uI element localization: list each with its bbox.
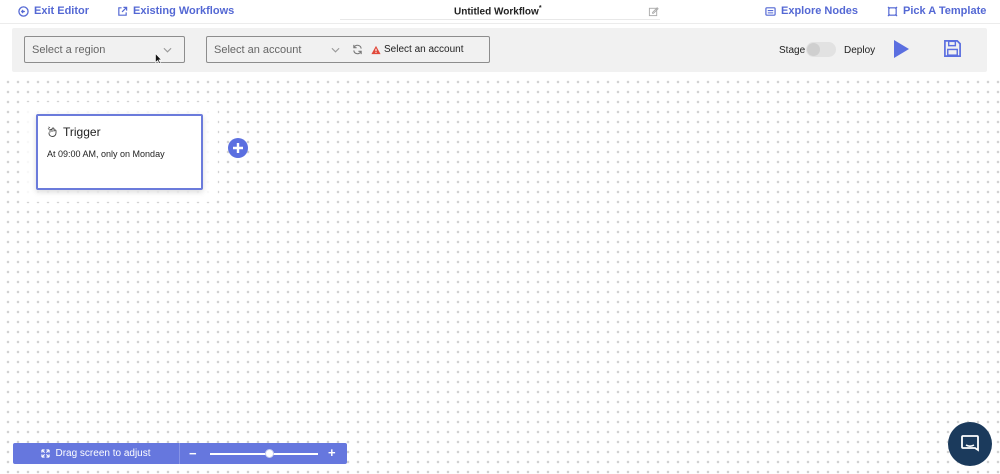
top-navigation-bar: Exit Editor Existing Workflows Untitled … bbox=[0, 0, 1000, 24]
drag-screen-label: Drag screen to adjust bbox=[55, 448, 151, 459]
account-select-group: Select an account Select an account bbox=[206, 36, 490, 63]
account-select[interactable]: Select an account bbox=[214, 44, 301, 56]
play-icon[interactable] bbox=[892, 39, 910, 59]
warning-icon bbox=[371, 45, 381, 54]
title-underline bbox=[340, 19, 660, 20]
chat-support-button[interactable] bbox=[948, 422, 992, 466]
zoom-out-button[interactable]: − bbox=[189, 446, 197, 461]
pick-template-link[interactable]: Pick A Template bbox=[887, 5, 986, 17]
chevron-down-icon[interactable] bbox=[331, 47, 340, 53]
expand-icon bbox=[41, 449, 51, 458]
zoom-slider-thumb[interactable] bbox=[264, 449, 274, 458]
trigger-node[interactable]: Trigger At 09:00 AM, only on Monday bbox=[36, 114, 203, 190]
exit-editor-link[interactable]: Exit Editor bbox=[18, 5, 89, 17]
account-warning-text: Select an account bbox=[384, 44, 464, 55]
existing-workflows-link[interactable]: Existing Workflows bbox=[117, 5, 234, 17]
workflow-title-text: Untitled Workflow bbox=[454, 6, 539, 18]
mouse-cursor-icon bbox=[155, 53, 162, 64]
template-icon bbox=[887, 6, 898, 16]
toggle-knob bbox=[807, 43, 820, 56]
region-select-placeholder: Select a region bbox=[32, 43, 106, 56]
pointer-hand-icon bbox=[47, 126, 57, 137]
explore-nodes-link[interactable]: Explore Nodes bbox=[765, 5, 858, 17]
workflow-toolbar: Select a region Select an account Select… bbox=[12, 28, 987, 72]
unsaved-mark: * bbox=[538, 5, 542, 12]
explore-nodes-label: Explore Nodes bbox=[781, 5, 859, 17]
exit-editor-label: Exit Editor bbox=[34, 5, 90, 17]
workflow-title[interactable]: Untitled Workflow* bbox=[454, 5, 542, 17]
circle-arrow-icon bbox=[18, 5, 29, 17]
zoom-control-bar: Drag screen to adjust − + bbox=[13, 443, 347, 464]
trigger-node-header: Trigger bbox=[47, 125, 101, 139]
list-icon bbox=[765, 6, 776, 16]
chevron-down-icon bbox=[163, 47, 172, 53]
stage-deploy-toggle[interactable] bbox=[806, 42, 836, 57]
refresh-icon[interactable] bbox=[352, 44, 363, 55]
zoom-in-button[interactable]: + bbox=[328, 445, 336, 460]
pick-template-label: Pick A Template bbox=[903, 5, 987, 17]
stage-label: Stage bbox=[779, 45, 806, 56]
account-warning: Select an account bbox=[371, 44, 464, 55]
trigger-node-title: Trigger bbox=[63, 125, 101, 139]
drag-screen-button[interactable]: Drag screen to adjust bbox=[13, 443, 180, 464]
plus-circle-icon[interactable] bbox=[228, 138, 248, 158]
chat-icon bbox=[961, 435, 979, 452]
existing-workflows-label: Existing Workflows bbox=[133, 5, 235, 17]
save-icon[interactable] bbox=[943, 39, 962, 58]
external-link-icon bbox=[118, 6, 128, 16]
pencil-icon[interactable] bbox=[648, 6, 659, 17]
deploy-label: Deploy bbox=[844, 45, 876, 56]
trigger-node-schedule: At 09:00 AM, only on Monday bbox=[47, 149, 165, 159]
